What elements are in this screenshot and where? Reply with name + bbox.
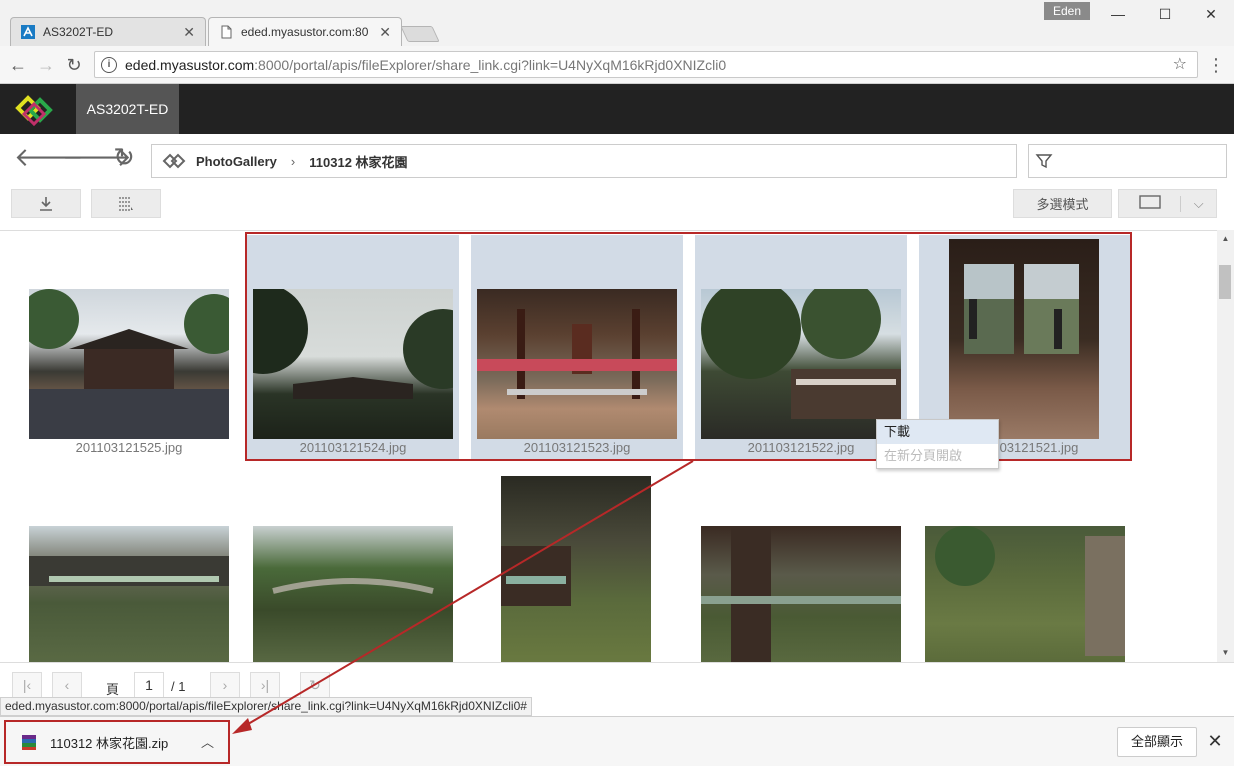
photo-thumbnail-row2-3[interactable] [501, 476, 651, 662]
select-all-button[interactable] [91, 189, 161, 218]
select-list-icon [119, 196, 133, 211]
tab-title: AS3202T-ED [43, 25, 114, 39]
close-shelf-icon[interactable]: ✕ [1204, 730, 1226, 752]
photo-gallery: 201103121525.jpg 201103121524.jpg 201103… [0, 230, 1217, 662]
browser-toolbar: ← → ↻ i eded.myasustor.com:8000/portal/a… [0, 46, 1234, 84]
close-window-button[interactable]: ✕ [1199, 4, 1223, 24]
refresh-icon[interactable]: ↻ [106, 142, 142, 172]
browser-tab-strip: AS3202T-ED ✕ eded.myasustor.com:80 ✕ Ede… [0, 0, 1234, 46]
show-all-downloads-button[interactable]: 全部顯示 [1117, 727, 1197, 757]
last-page-icon[interactable]: ›| [250, 672, 280, 698]
chevron-down-icon: ⌵ [1180, 195, 1216, 212]
next-page-icon[interactable]: › [210, 672, 240, 698]
download-file-name: 110312 林家花園.zip [50, 735, 169, 751]
context-menu: 下載 在新分頁開啟 [876, 419, 999, 469]
bookmark-star-icon[interactable]: ☆ [1173, 54, 1187, 74]
context-menu-open-new-tab[interactable]: 在新分頁開啟 [877, 444, 998, 468]
breadcrumb-separator: › [290, 153, 296, 169]
photo-thumbnail-row2-5[interactable] [925, 526, 1125, 662]
tab-eded-share-link[interactable]: eded.myasustor.com:80 ✕ [208, 17, 402, 46]
file-toolbar: 🡐 🡒 ↻ PhotoGallery › 110312 林家花園 多選模式 ⌵ [0, 134, 1234, 230]
asustor-favicon-icon [21, 25, 35, 39]
photo-thumbnail-row2-1[interactable] [29, 526, 229, 662]
forward-arrow-icon[interactable]: → [34, 53, 58, 77]
photo-thumbnail-row2-2[interactable] [253, 526, 453, 662]
browser-menu-icon[interactable]: ⋮ [1204, 53, 1228, 77]
filter-input[interactable] [1028, 144, 1227, 178]
scroll-down-arrow-icon[interactable]: ▼ [1217, 646, 1234, 660]
tab-as3202t[interactable]: AS3202T-ED ✕ [10, 17, 206, 46]
new-tab-button[interactable] [400, 26, 440, 42]
tab-close-icon[interactable]: ✕ [379, 24, 391, 41]
breadcrumb: PhotoGallery › 110312 林家花園 [151, 144, 1017, 178]
page-total: / 1 [171, 679, 186, 694]
breadcrumb-root[interactable]: PhotoGallery [196, 154, 277, 169]
page-number-input[interactable]: 1 [134, 672, 164, 698]
page-label: 頁 [106, 682, 120, 697]
scrollbar-thumb[interactable] [1219, 265, 1231, 299]
back-arrow-icon[interactable]: ← [6, 53, 30, 77]
multi-select-button[interactable]: 多選模式 [1013, 189, 1112, 218]
download-button[interactable] [11, 189, 81, 218]
reload-icon[interactable]: ↻ [62, 53, 86, 77]
address-path: :8000/portal/apis/fileExplorer/share_lin… [254, 56, 727, 73]
photo-thumbnail-row2-4[interactable] [701, 526, 901, 662]
asustor-logo-icon [15, 95, 53, 127]
zip-archive-icon [22, 735, 36, 750]
view-mode-dropdown[interactable]: ⌵ [1118, 189, 1217, 218]
screen: AS3202T-ED ✕ eded.myasustor.com:80 ✕ Ede… [0, 0, 1234, 766]
status-url-bubble: eded.myasustor.com:8000/portal/apis/file… [0, 697, 532, 716]
share-logo-icon [162, 153, 186, 169]
photo-thumbnail [29, 289, 229, 439]
filter-icon [1035, 154, 1053, 169]
profile-badge[interactable]: Eden [1044, 2, 1090, 20]
gallery-scrollbar[interactable]: ▲ ▼ [1217, 230, 1234, 662]
app-header: AS3202T-ED [0, 84, 1234, 134]
page-favicon-icon [221, 25, 232, 39]
forward-arrow-icon[interactable]: 🡒 [62, 142, 132, 172]
download-item[interactable]: 110312 林家花園.zip ︿ [4, 720, 230, 764]
download-icon [40, 196, 52, 211]
minimize-button[interactable]: — [1106, 4, 1130, 24]
breadcrumb-folder[interactable]: 110312 林家花園 [309, 152, 407, 171]
pager-refresh-icon[interactable]: ↻ [300, 672, 330, 698]
context-menu-download[interactable]: 下載 [877, 420, 998, 444]
address-bar[interactable]: i eded.myasustor.com:8000/portal/apis/fi… [94, 51, 1198, 78]
pager: |‹ ‹ 頁 1 / 1 › ›| ↻ [0, 662, 1234, 698]
view-mode-icon [1119, 195, 1180, 212]
info-icon[interactable]: i [101, 56, 117, 73]
address-host: eded.myasustor.com [125, 56, 255, 73]
photo-caption: 201103121525.jpg [75, 440, 183, 455]
back-arrow-icon[interactable]: 🡐 [14, 142, 84, 172]
tab-close-icon[interactable]: ✕ [183, 24, 195, 41]
maximize-button[interactable]: ☐ [1153, 4, 1177, 24]
first-page-icon[interactable]: |‹ [12, 672, 42, 698]
prev-page-icon[interactable]: ‹ [52, 672, 82, 698]
download-shelf: 110312 林家花園.zip ︿ 全部顯示 ✕ [0, 716, 1234, 766]
tab-title: eded.myasustor.com:80 [241, 25, 369, 39]
scroll-up-arrow-icon[interactable]: ▲ [1217, 232, 1234, 246]
device-name-tab[interactable]: AS3202T-ED [76, 84, 179, 134]
photo-tile-1[interactable]: 201103121525.jpg [23, 235, 235, 459]
chevron-up-icon[interactable]: ︿ [201, 732, 214, 751]
